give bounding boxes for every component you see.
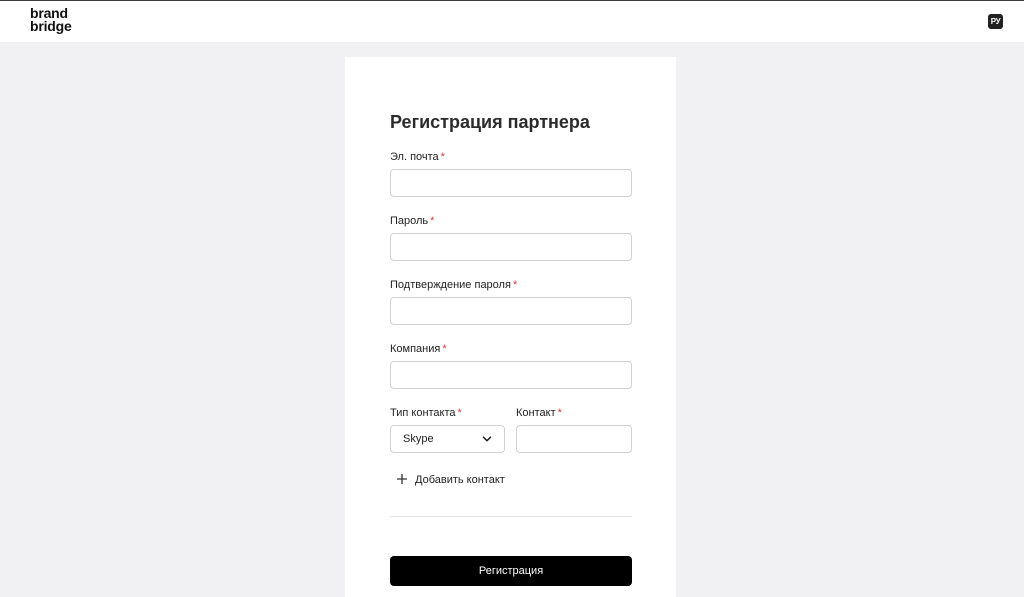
contact-type-selected: Skype xyxy=(403,433,434,445)
password-field[interactable] xyxy=(390,233,632,261)
company-field[interactable] xyxy=(390,361,632,389)
required-marker: * xyxy=(512,279,518,291)
register-button[interactable]: Регистрация xyxy=(390,556,632,586)
brand-logo[interactable]: brand bridge xyxy=(30,6,72,34)
required-marker: * xyxy=(430,215,435,227)
contact-label: Контакт * xyxy=(516,407,562,419)
register-button-label: Регистрация xyxy=(478,565,544,577)
contact-type-label: Тип контакта * xyxy=(390,407,462,419)
divider xyxy=(390,516,632,517)
required-marker: * xyxy=(440,151,445,163)
required-marker: * xyxy=(442,343,447,355)
required-marker: * xyxy=(457,407,462,419)
registration-card: Регистрация партнера Эл. почта * Пароль * … xyxy=(345,57,676,597)
company-label: Компания * xyxy=(390,343,447,355)
add-contact-label: Добавить контакт xyxy=(415,474,505,486)
plus-icon xyxy=(396,473,408,486)
logo-line-2: bridge xyxy=(30,18,72,34)
top-navigation-bar: brand bridge РУ xyxy=(0,0,1024,42)
email-field[interactable] xyxy=(390,169,632,197)
add-contact-button[interactable]: Добавить контакт xyxy=(396,473,505,486)
required-marker: * xyxy=(557,407,562,419)
password-confirm-field[interactable] xyxy=(390,297,632,325)
password-confirm-label: Подтверждение пароля * xyxy=(390,279,518,291)
language-switcher[interactable]: РУ xyxy=(988,14,1003,29)
email-label: Эл. почта * xyxy=(390,151,445,163)
contact-field[interactable] xyxy=(516,425,632,453)
chevron-down-icon xyxy=(482,434,492,444)
password-label: Пароль * xyxy=(390,215,435,227)
page-title: Регистрация партнера xyxy=(390,112,590,132)
contact-type-select[interactable]: Skype xyxy=(390,425,505,453)
